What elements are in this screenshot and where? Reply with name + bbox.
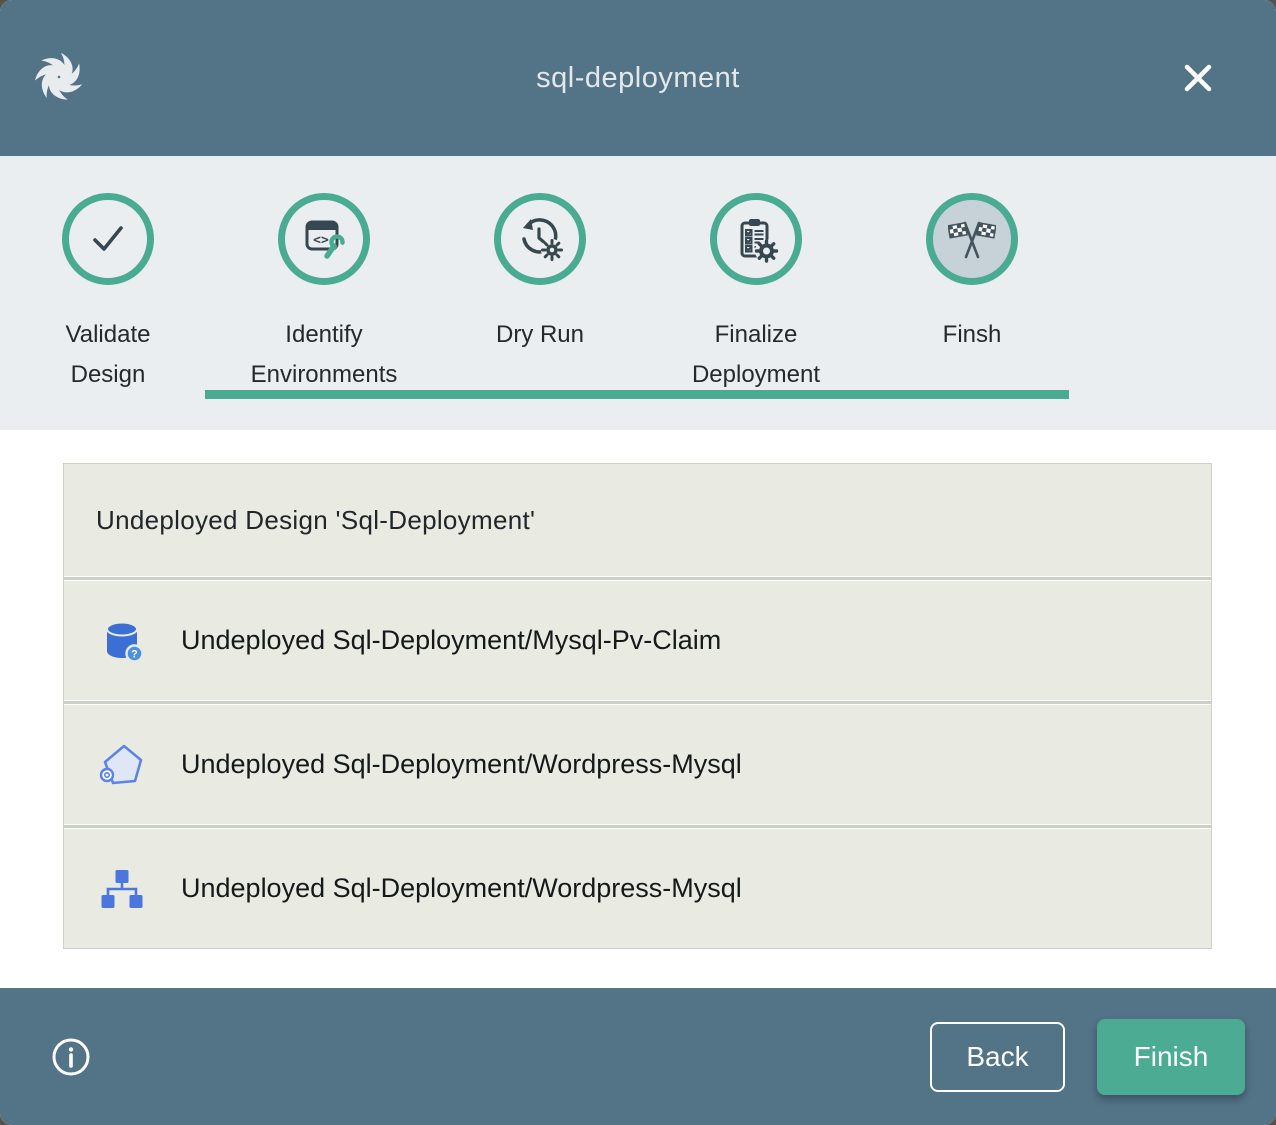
stepper: Validate Design <> Identify Enviro — [0, 156, 1276, 430]
check-icon — [62, 193, 154, 285]
pentagon-service-icon — [98, 741, 146, 789]
status-row-wordpress-mysql-deployment: Undeployed Sql-Deployment/Wordpress-Mysq… — [64, 829, 1211, 948]
clipboard-gear-icon — [710, 193, 802, 285]
history-gear-icon — [494, 193, 586, 285]
close-button[interactable] — [1178, 58, 1218, 98]
status-row-text: Undeployed Sql-Deployment/Wordpress-Mysq… — [181, 873, 742, 904]
info-icon — [50, 1036, 92, 1078]
status-row-mysql-pv-claim: ? Undeployed Sql-Deployment/Mysql-Pv-Cla… — [64, 581, 1211, 700]
step-dry-run: Dry Run — [432, 156, 648, 430]
status-header-text: Undeployed Design 'Sql-Deployment' — [96, 505, 535, 536]
deployment-tree-icon — [98, 865, 146, 913]
status-row-text: Undeployed Sql-Deployment/Mysql-Pv-Claim — [181, 625, 721, 656]
step-identify-environments: <> Identify Environments — [216, 156, 432, 430]
step-label: Finsh — [943, 315, 1002, 355]
dialog-title: sql-deployment — [536, 62, 740, 95]
dialog-header: sql-deployment — [0, 0, 1276, 156]
status-list: Undeployed Design 'Sql-Deployment' ? Und… — [63, 463, 1212, 949]
database-icon: ? — [98, 617, 146, 665]
step-validate-design: Validate Design — [0, 156, 216, 430]
info-button[interactable] — [50, 1036, 92, 1078]
step-label: Dry Run — [496, 315, 584, 355]
row-divider — [64, 701, 1211, 704]
step-finalize-deployment: Finalize Deployment — [648, 156, 864, 430]
status-header-row: Undeployed Design 'Sql-Deployment' — [64, 464, 1211, 576]
step-label: Validate Design — [66, 315, 151, 395]
dialog-footer: Back Finish — [0, 988, 1276, 1125]
finish-button[interactable]: Finish — [1097, 1019, 1245, 1095]
wizard-content: Undeployed Design 'Sql-Deployment' ? Und… — [0, 430, 1276, 988]
step-label: Identify Environments — [251, 315, 398, 395]
svg-text:<>: <> — [313, 233, 329, 248]
code-window-wrench-icon: <> — [278, 193, 370, 285]
status-row-wordpress-mysql-service: Undeployed Sql-Deployment/Wordpress-Mysq… — [64, 705, 1211, 824]
close-icon — [1180, 60, 1216, 96]
step-finish: Finsh — [864, 156, 1080, 430]
checkered-flags-icon — [926, 193, 1018, 285]
row-divider — [64, 825, 1211, 828]
footer-actions: Back Finish — [930, 1019, 1245, 1095]
step-label: Finalize Deployment — [692, 315, 820, 395]
row-divider — [64, 577, 1211, 580]
svg-text:?: ? — [131, 648, 138, 660]
status-row-text: Undeployed Sql-Deployment/Wordpress-Mysq… — [181, 749, 742, 780]
back-button[interactable]: Back — [930, 1022, 1065, 1092]
meshery-logo-icon — [30, 48, 88, 106]
deployment-wizard-dialog: sql-deployment Validate Design — [0, 0, 1276, 1125]
